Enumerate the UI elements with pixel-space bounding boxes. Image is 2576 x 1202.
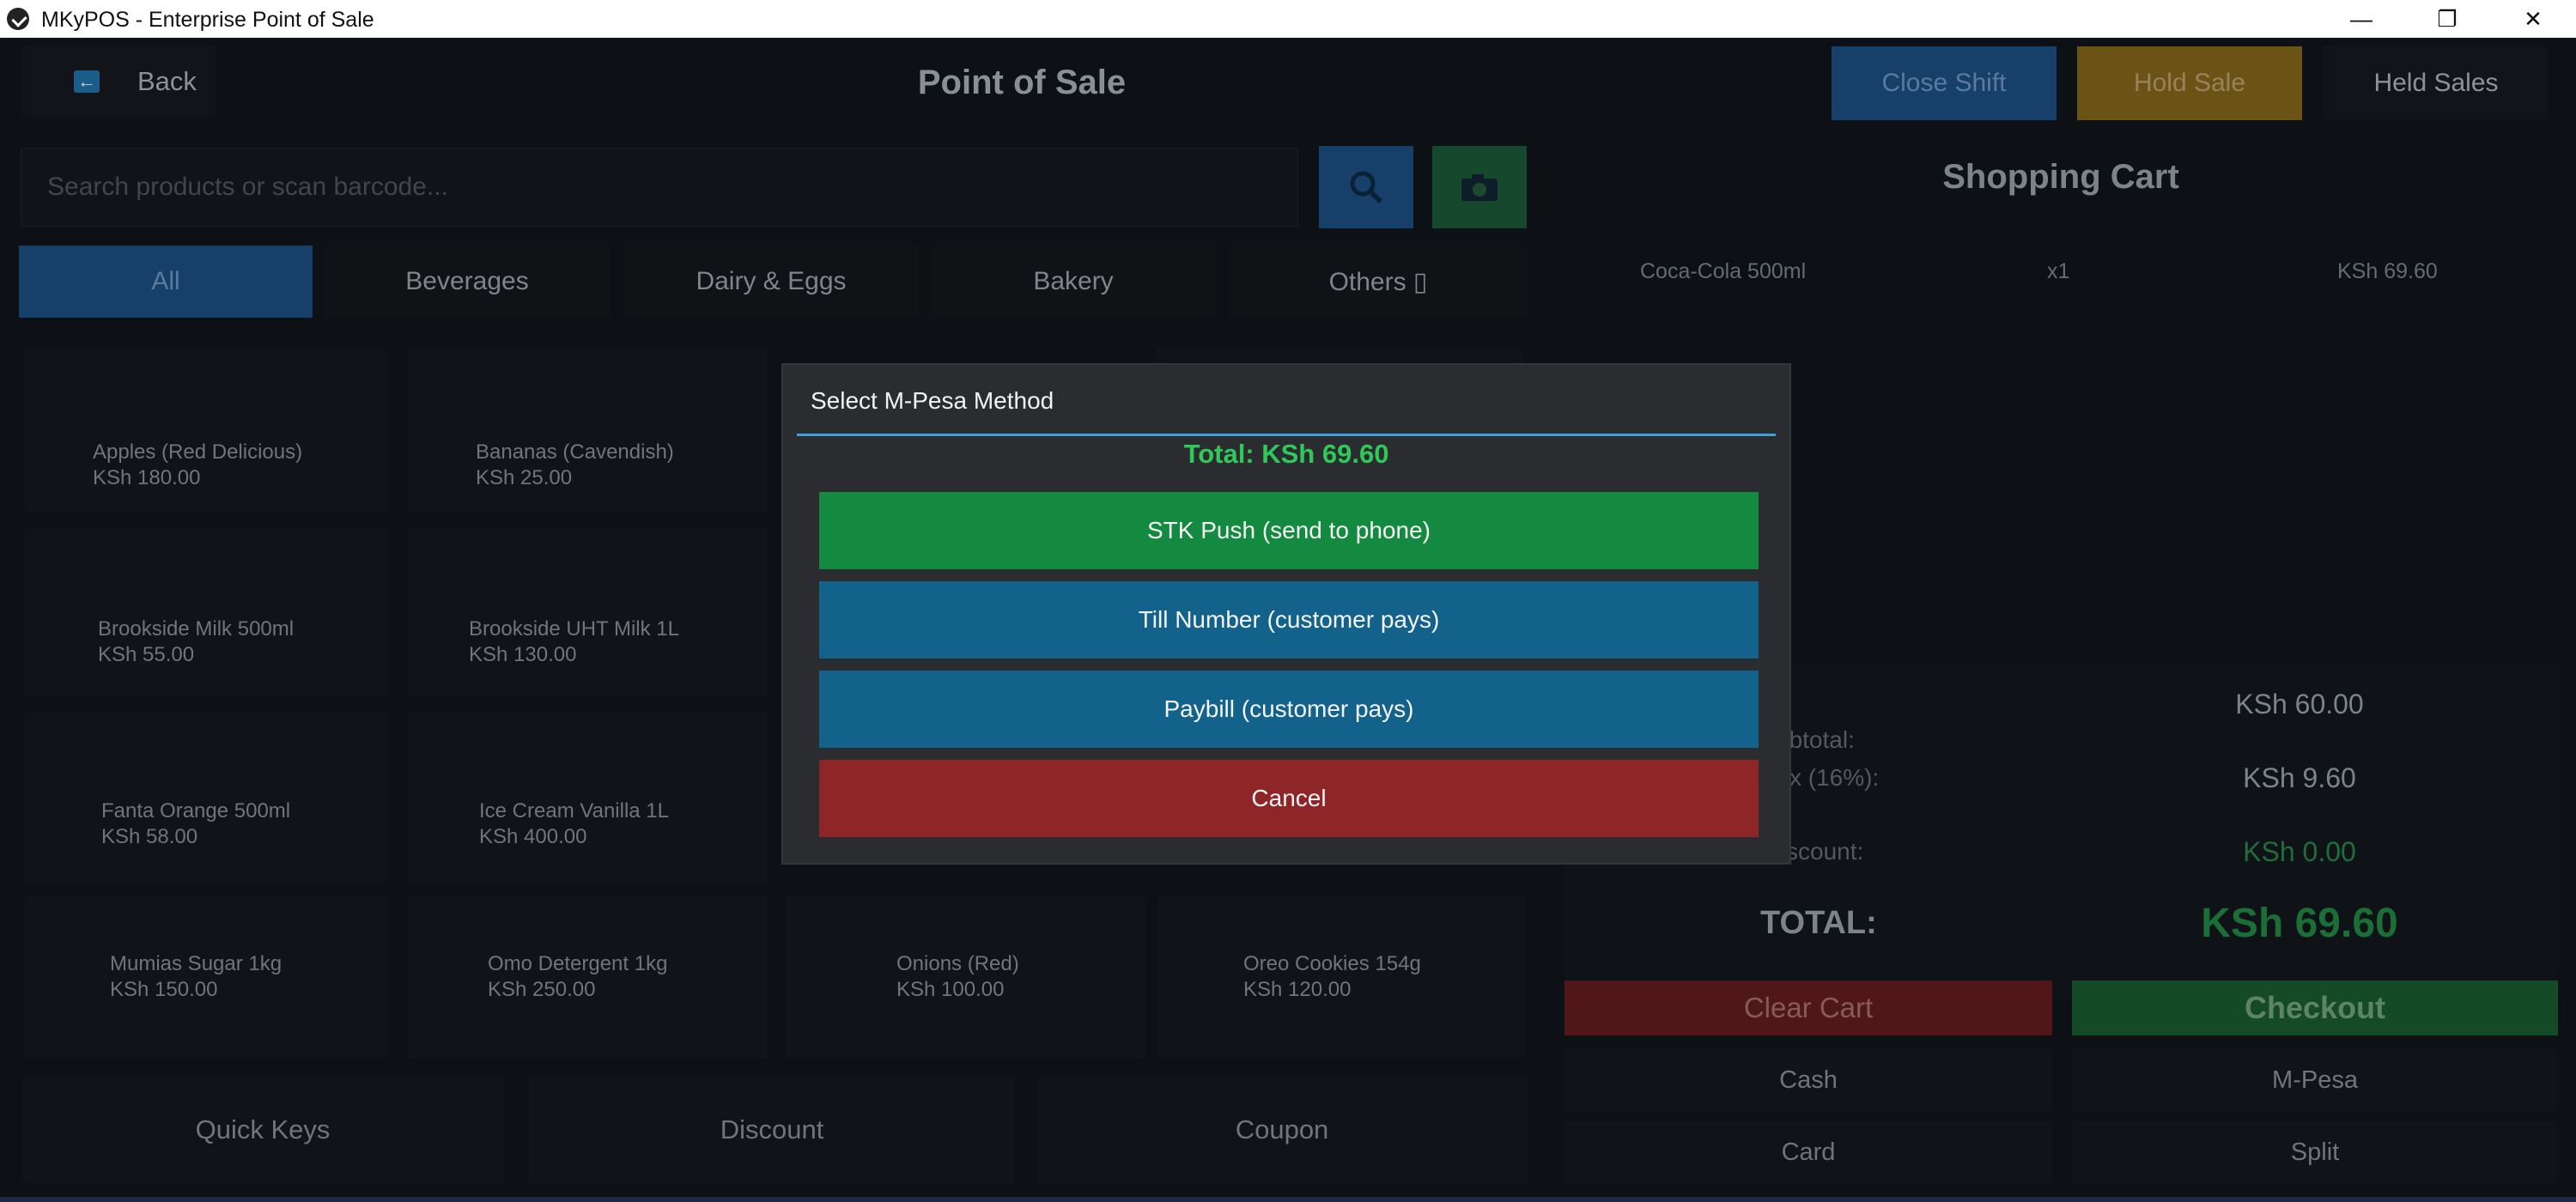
product-price: KSh 130.00 [469,643,577,666]
cancel-button[interactable]: Cancel [819,760,1759,837]
product-price: KSh 120.00 [1243,978,1352,1001]
product-name: Brookside UHT Milk 1L [469,617,679,640]
product-name: Apples (Red Delicious) [93,440,303,464]
held-sales-button[interactable]: Held Sales [2324,46,2549,120]
category-tab-all[interactable]: All [19,246,313,318]
subtotal-value: KSh 60.00 [2235,689,2364,719]
search-input[interactable]: Search products or scan barcode... [21,148,1298,227]
product-name: Ice Cream Vanilla 1L [479,799,669,823]
camera-icon [1461,174,1498,201]
product-price: KSh 100.00 [896,978,1005,1001]
product-name: Onions (Red) [896,952,1019,975]
mpesa-method-dialog: Select M-Pesa Method Total: KSh 69.60 ST… [783,365,1789,863]
dialog-title: Select M-Pesa Method [811,387,1054,414]
cash-button[interactable]: Cash [1564,1049,2052,1111]
app-logo-icon [7,8,29,30]
category-tab-beverages[interactable]: Beverages [325,246,610,318]
product-price: KSh 55.00 [98,643,195,666]
cart-title: Shopping Cart [1942,158,2179,196]
cart-item-price: KSh 69.60 [2337,259,2438,283]
product-price: KSh 250.00 [488,978,596,1001]
tax-value: KSh 9.60 [2243,762,2356,793]
product-tile[interactable]: Apples (Red Delicious) KSh 180.00 [26,349,386,512]
product-tile[interactable]: Omo Detergent 1kg KSh 250.00 [407,896,768,1058]
total-value: KSh 69.60 [2201,901,2398,946]
discount-value: KSh 0.00 [2243,836,2356,867]
cart-item-qty: x1 [2047,259,2070,283]
discount-label: scount: [1786,838,1864,865]
category-tab-dairy-eggs[interactable]: Dairy & Eggs [623,246,919,318]
camera-scan-button[interactable] [1432,146,1527,228]
close-icon[interactable]: ✕ [2490,0,2576,38]
product-name: Omo Detergent 1kg [488,952,668,975]
product-price: KSh 25.00 [476,466,573,489]
product-name: Bananas (Cavendish) [476,440,674,464]
product-tile[interactable]: Brookside Milk 500ml KSh 55.00 [26,529,386,695]
product-name: Mumias Sugar 1kg [110,952,283,975]
checkout-button[interactable]: Checkout [2072,980,2558,1035]
dialog-total: Total: KSh 69.60 [1183,439,1389,469]
dialog-divider [797,434,1776,436]
product-name: Fanta Orange 500ml [101,799,291,823]
back-button[interactable]: ← Back [22,46,216,117]
product-name: Brookside Milk 500ml [98,617,295,640]
mpesa-button[interactable]: M-Pesa [2072,1049,2558,1111]
product-tile[interactable]: Oreo Cookies 154g KSh 120.00 [1159,896,1525,1058]
product-tile[interactable]: Bananas (Cavendish) KSh 25.00 [407,349,768,512]
restore-icon[interactable]: ❐ [2404,0,2490,38]
till-number-button[interactable]: Till Number (customer pays) [819,581,1759,659]
close-shift-button[interactable]: Close Shift [1832,46,2057,120]
paybill-button[interactable]: Paybill (customer pays) [819,671,1759,748]
category-tab-bakery[interactable]: Bakery [931,246,1216,318]
taskbar-strip [0,1197,2576,1202]
product-price: KSh 400.00 [479,825,587,848]
window-title-bar: MKyPOS - Enterprise Point of Sale — ❐ ✕ [0,0,2576,38]
quick-keys-button[interactable]: Quick Keys [22,1077,503,1183]
product-tile[interactable]: Mumias Sugar 1kg KSh 150.00 [26,896,386,1058]
cart-item-name: Coca-Cola 500ml [1640,259,1807,283]
minimize-icon[interactable]: — [2318,0,2404,38]
card-button[interactable]: Card [1564,1121,2052,1183]
product-tile[interactable]: Ice Cream Vanilla 1L KSh 400.00 [407,713,768,884]
page-title: Point of Sale [917,64,1127,101]
window-title: MKyPOS - Enterprise Point of Sale [41,8,374,32]
coupon-button[interactable]: Coupon [1037,1077,1527,1183]
product-price: KSh 58.00 [101,825,198,848]
stk-push-button[interactable]: STK Push (send to phone) [819,492,1759,569]
product-tile[interactable]: Brookside UHT Milk 1L KSh 130.00 [407,529,768,695]
product-tile[interactable]: Onions (Red) KSh 100.00 [785,896,1145,1058]
search-icon [1350,171,1383,204]
back-arrow-icon: ← [74,70,100,93]
hold-sale-button[interactable]: Hold Sale [2077,46,2302,120]
product-price: KSh 180.00 [93,466,201,489]
total-label: TOTAL: [1760,905,1877,941]
product-name: Oreo Cookies 154g [1243,952,1421,975]
clear-cart-button[interactable]: Clear Cart [1564,980,2052,1035]
discount-button[interactable]: Discount [529,1077,1015,1183]
product-tile[interactable]: Fanta Orange 500ml KSh 58.00 [26,713,386,884]
category-tab-others[interactable]: Others ▯ [1230,246,1527,318]
tax-label: x (16%): [1789,764,1880,791]
split-button[interactable]: Split [2072,1121,2558,1183]
search-button[interactable] [1319,146,1413,228]
product-price: KSh 150.00 [110,978,218,1001]
